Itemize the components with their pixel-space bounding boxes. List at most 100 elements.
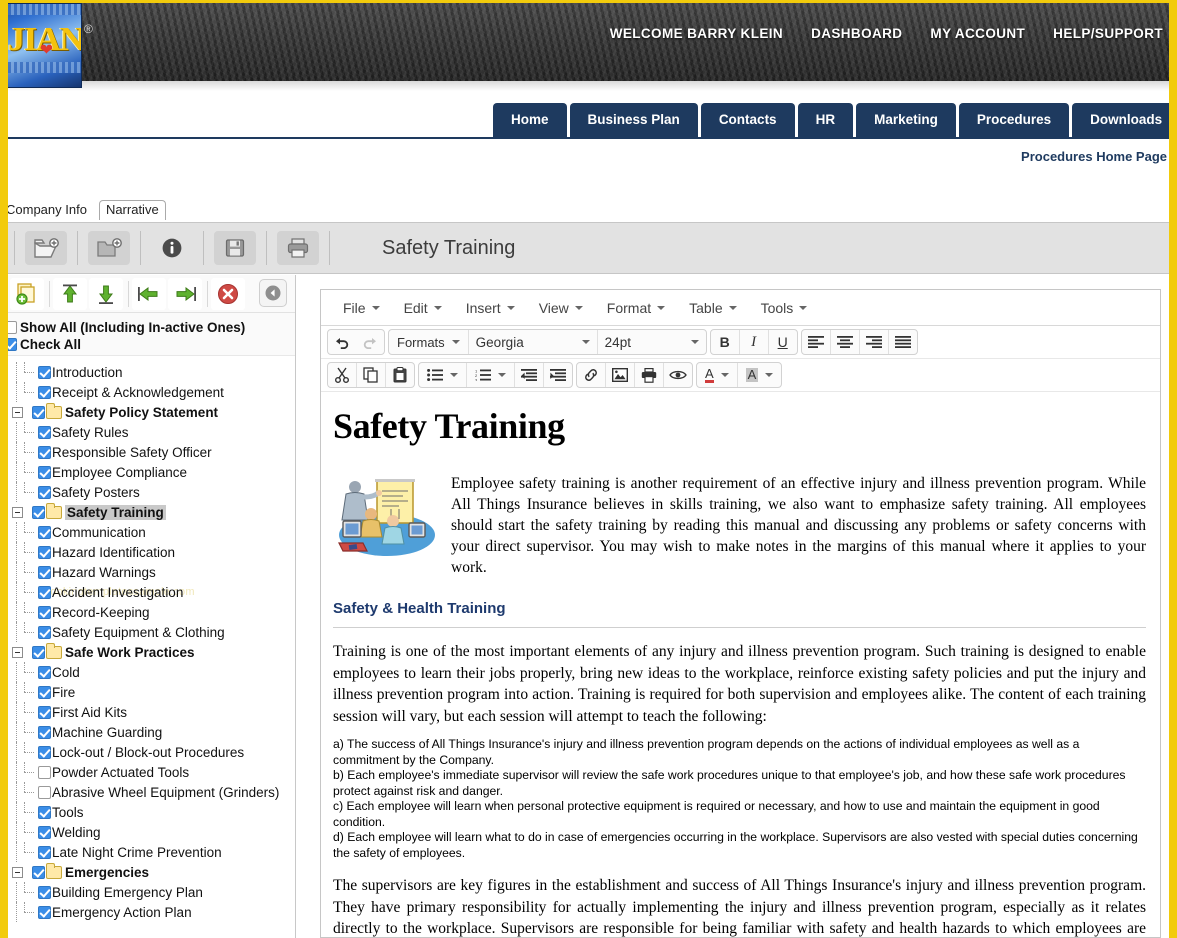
tree-node-checkbox[interactable] (32, 865, 45, 879)
underline-button[interactable]: U (769, 330, 797, 354)
tree-node[interactable]: Safety Rules (8, 422, 295, 442)
collapse-node-icon[interactable] (12, 646, 23, 658)
tree-node-checkbox[interactable] (38, 525, 51, 539)
align-right-icon[interactable] (860, 330, 888, 354)
outdent-icon[interactable] (132, 277, 166, 310)
print-icon[interactable] (277, 231, 319, 265)
tree-node[interactable]: Safe Work Practices (8, 642, 295, 662)
tree-node[interactable]: Lock-out / Block-out Procedures (8, 742, 295, 762)
tree-node[interactable]: Communication (8, 522, 295, 542)
tree-node[interactable]: Introduction (8, 362, 295, 382)
header-link-help-support[interactable]: HELP/SUPPORT (1053, 26, 1163, 41)
header-link-dashboard[interactable]: DASHBOARD (811, 26, 902, 41)
jian-logo[interactable]: JIAN ❤ (7, 3, 82, 88)
tree-node-checkbox[interactable] (38, 885, 51, 899)
minitab-company-info[interactable]: Company Info (0, 201, 93, 220)
outdent-icon[interactable] (515, 363, 543, 387)
tree-node[interactable]: Fire (8, 682, 295, 702)
tree-node[interactable]: Receipt & Acknowledgement (8, 382, 295, 402)
nav-tab-marketing[interactable]: Marketing (856, 103, 956, 137)
tree-node-checkbox[interactable] (38, 765, 51, 779)
show-all-checkbox-box[interactable] (8, 321, 17, 334)
tree-node[interactable]: Safety Posters (8, 482, 295, 502)
undo-icon[interactable] (328, 330, 356, 354)
tree-node[interactable]: Safety Policy Statement (8, 402, 295, 422)
move-down-icon[interactable] (89, 277, 123, 310)
tree-node-checkbox[interactable] (38, 805, 51, 819)
tree-node-checkbox[interactable] (32, 505, 45, 519)
collapse-node-icon[interactable] (12, 506, 23, 518)
align-center-icon[interactable] (831, 330, 859, 354)
add-topic-icon[interactable] (10, 277, 44, 310)
paste-icon[interactable] (386, 363, 414, 387)
tree-node[interactable]: Powder Actuated Tools (8, 762, 295, 782)
menu-file[interactable]: File (331, 296, 392, 320)
image-icon[interactable] (606, 363, 634, 387)
tree-node[interactable]: Responsible Safety Officer (8, 442, 295, 462)
tree-node-checkbox[interactable] (32, 405, 45, 419)
open-folder-icon[interactable] (88, 231, 130, 265)
tree-node[interactable]: Tools (8, 802, 295, 822)
tree-node-checkbox[interactable] (38, 745, 51, 759)
font-size-dropdown[interactable]: 24pt (598, 330, 706, 354)
menu-format[interactable]: Format (595, 296, 677, 320)
tree-node-checkbox[interactable] (38, 905, 51, 919)
tree-node-checkbox[interactable] (38, 605, 51, 619)
copy-icon[interactable] (357, 363, 385, 387)
save-icon[interactable] (214, 231, 256, 265)
tree-node-checkbox[interactable] (38, 545, 51, 559)
info-icon[interactable] (151, 231, 193, 265)
collapse-panel-button[interactable] (259, 279, 287, 307)
tree-node-checkbox[interactable] (38, 485, 51, 499)
tree-node-checkbox[interactable] (38, 685, 51, 699)
tree-node[interactable]: Hazard Warnings (8, 562, 295, 582)
align-justify-icon[interactable] (889, 330, 917, 354)
tree-node-checkbox[interactable] (32, 645, 45, 659)
nav-tab-home[interactable]: Home (493, 103, 567, 137)
tree-node-checkbox[interactable] (38, 785, 51, 799)
tree-node-checkbox[interactable] (38, 385, 51, 399)
header-link-welcome[interactable]: WELCOME BARRY KLEIN (610, 26, 783, 41)
move-up-icon[interactable] (53, 277, 87, 310)
bullet-list-icon[interactable] (419, 363, 466, 387)
tree-node-checkbox[interactable] (38, 445, 51, 459)
tree-node[interactable]: Safety Equipment & Clothing (8, 622, 295, 642)
link-icon[interactable] (577, 363, 605, 387)
tree-node[interactable]: Building Emergency Plan (8, 882, 295, 902)
indent-icon[interactable] (168, 277, 202, 310)
collapse-node-icon[interactable] (12, 866, 23, 878)
minitab-narrative[interactable]: Narrative (98, 200, 166, 220)
tree-node[interactable]: Late Night Crime Prevention (8, 842, 295, 862)
collapse-node-icon[interactable] (12, 406, 23, 418)
tree-node-checkbox[interactable] (38, 465, 51, 479)
tree-node-checkbox[interactable] (38, 665, 51, 679)
tree-node[interactable]: Emergency Action Plan (8, 902, 295, 922)
nav-tab-procedures[interactable]: Procedures (958, 103, 1070, 137)
check-all-checkbox[interactable]: Check All (8, 336, 295, 353)
new-document-icon[interactable] (25, 231, 67, 265)
header-link-my-account[interactable]: MY ACCOUNT (930, 26, 1025, 41)
topic-tree[interactable]: bookingtemplatessample.com Introduction R… (8, 356, 295, 933)
font-family-dropdown[interactable]: Georgia (469, 330, 597, 354)
tree-node[interactable]: Hazard Identification (8, 542, 295, 562)
tree-node-checkbox[interactable] (38, 725, 51, 739)
tree-node-checkbox[interactable] (38, 825, 51, 839)
nav-tab-hr[interactable]: HR (797, 103, 854, 137)
tree-node[interactable]: Safety Training (8, 502, 295, 522)
tree-node-checkbox[interactable] (38, 585, 51, 599)
preview-icon[interactable] (664, 363, 692, 387)
align-left-icon[interactable] (802, 330, 830, 354)
redo-icon[interactable] (356, 330, 384, 354)
tree-node-checkbox[interactable] (38, 625, 51, 639)
nav-tab-contacts[interactable]: Contacts (700, 103, 795, 137)
document-canvas[interactable]: Safety Training Employee safety training… (321, 393, 1160, 937)
tree-node[interactable]: Abrasive Wheel Equipment (Grinders) (8, 782, 295, 802)
menu-tools[interactable]: Tools (749, 296, 820, 320)
menu-view[interactable]: View (527, 296, 595, 320)
tree-node-checkbox[interactable] (38, 705, 51, 719)
menu-insert[interactable]: Insert (454, 296, 527, 320)
show-all-checkbox[interactable]: Show All (Including In-active Ones) (8, 319, 295, 336)
tree-node[interactable]: Record-Keeping (8, 602, 295, 622)
tree-node-checkbox[interactable] (38, 565, 51, 579)
italic-button[interactable]: I (740, 330, 768, 354)
